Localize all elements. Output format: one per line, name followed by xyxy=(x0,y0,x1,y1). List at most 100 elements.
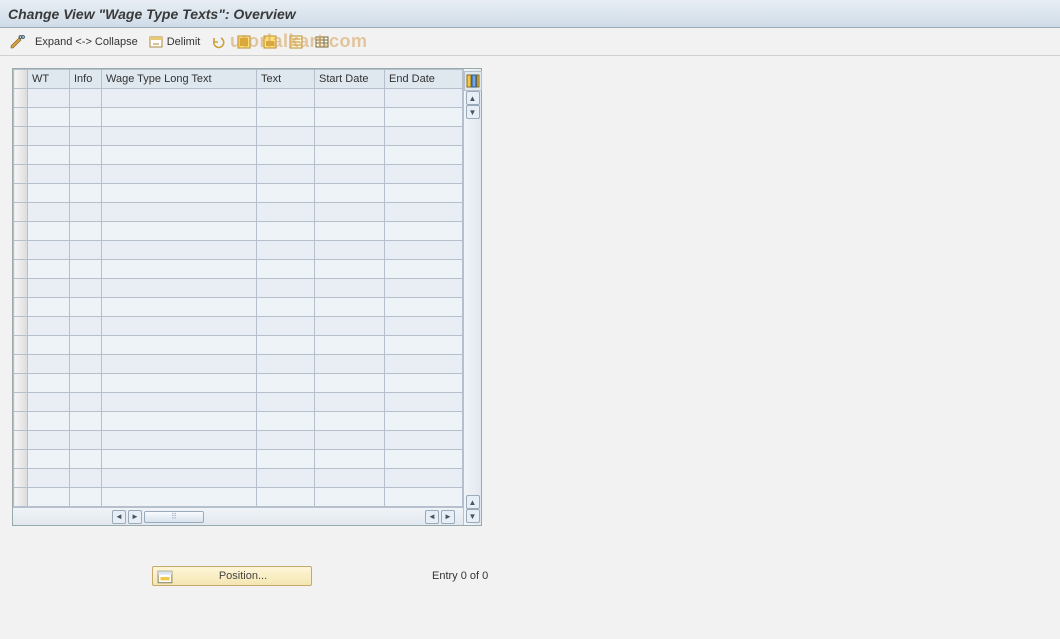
column-header[interactable]: Info xyxy=(70,70,102,89)
table-cell[interactable] xyxy=(315,89,385,108)
data-grid[interactable]: WTInfoWage Type Long TextTextStart DateE… xyxy=(13,69,463,507)
row-selector[interactable] xyxy=(14,184,28,203)
table-cell[interactable] xyxy=(315,222,385,241)
table-cell[interactable] xyxy=(315,336,385,355)
table-cell[interactable] xyxy=(28,431,70,450)
table-row[interactable] xyxy=(14,336,463,355)
table-cell[interactable] xyxy=(28,108,70,127)
table-cell[interactable] xyxy=(257,298,315,317)
table-cell[interactable] xyxy=(102,146,257,165)
table-cell[interactable] xyxy=(257,450,315,469)
table-cell[interactable] xyxy=(28,241,70,260)
table-cell[interactable] xyxy=(28,450,70,469)
table-cell[interactable] xyxy=(102,336,257,355)
table-row[interactable] xyxy=(14,89,463,108)
table-cell[interactable] xyxy=(315,108,385,127)
row-selector[interactable] xyxy=(14,260,28,279)
table-cell[interactable] xyxy=(257,127,315,146)
table-cell[interactable] xyxy=(70,165,102,184)
row-selector[interactable] xyxy=(14,431,28,450)
row-selector[interactable] xyxy=(14,450,28,469)
table-cell[interactable] xyxy=(257,203,315,222)
table-cell[interactable] xyxy=(385,450,463,469)
table-cell[interactable] xyxy=(385,203,463,222)
table-cell[interactable] xyxy=(257,412,315,431)
table-cell[interactable] xyxy=(102,89,257,108)
expand-collapse-button[interactable]: Expand <-> Collapse xyxy=(32,32,141,52)
table-cell[interactable] xyxy=(102,412,257,431)
table-cell[interactable] xyxy=(257,336,315,355)
table-cell[interactable] xyxy=(28,127,70,146)
table-cell[interactable] xyxy=(70,431,102,450)
row-selector[interactable] xyxy=(14,298,28,317)
table-row[interactable] xyxy=(14,317,463,336)
table-cell[interactable] xyxy=(70,355,102,374)
table-cell[interactable] xyxy=(28,146,70,165)
table-cell[interactable] xyxy=(102,469,257,488)
row-selector[interactable] xyxy=(14,488,28,507)
table-cell[interactable] xyxy=(102,241,257,260)
row-selector[interactable] xyxy=(14,127,28,146)
table-row[interactable] xyxy=(14,165,463,184)
table-cell[interactable] xyxy=(70,374,102,393)
table-cell[interactable] xyxy=(70,393,102,412)
table-cell[interactable] xyxy=(28,488,70,507)
table-cell[interactable] xyxy=(102,450,257,469)
table-cell[interactable] xyxy=(28,203,70,222)
table-cell[interactable] xyxy=(28,412,70,431)
table-cell[interactable] xyxy=(385,222,463,241)
row-selector[interactable] xyxy=(14,279,28,298)
table-cell[interactable] xyxy=(385,241,463,260)
table-cell[interactable] xyxy=(385,127,463,146)
table-cell[interactable] xyxy=(257,146,315,165)
table-row[interactable] xyxy=(14,488,463,507)
table-cell[interactable] xyxy=(315,165,385,184)
table-cell[interactable] xyxy=(257,89,315,108)
position-button[interactable]: Position... xyxy=(152,566,312,586)
undo-button[interactable] xyxy=(207,32,229,52)
table-cell[interactable] xyxy=(385,336,463,355)
table-cell[interactable] xyxy=(102,127,257,146)
table-cell[interactable] xyxy=(385,184,463,203)
table-cell[interactable] xyxy=(70,298,102,317)
table-cell[interactable] xyxy=(257,393,315,412)
table-cell[interactable] xyxy=(28,222,70,241)
table-cell[interactable] xyxy=(102,184,257,203)
table-cell[interactable] xyxy=(385,89,463,108)
column-header[interactable]: WT xyxy=(28,70,70,89)
table-row[interactable] xyxy=(14,355,463,374)
table-cell[interactable] xyxy=(385,469,463,488)
table-cell[interactable] xyxy=(257,165,315,184)
table-cell[interactable] xyxy=(385,146,463,165)
row-selector[interactable] xyxy=(14,393,28,412)
table-cell[interactable] xyxy=(315,488,385,507)
table-cell[interactable] xyxy=(257,222,315,241)
delimit-button[interactable]: Delimit xyxy=(145,32,204,52)
scroll-left-icon[interactable]: ◄ xyxy=(112,510,126,524)
table-cell[interactable] xyxy=(102,317,257,336)
table-row[interactable] xyxy=(14,222,463,241)
table-cell[interactable] xyxy=(385,298,463,317)
table-cell[interactable] xyxy=(257,241,315,260)
table-cell[interactable] xyxy=(102,374,257,393)
table-row[interactable] xyxy=(14,260,463,279)
table-cell[interactable] xyxy=(102,393,257,412)
table-cell[interactable] xyxy=(315,431,385,450)
scroll-up-end-icon[interactable]: ▲ xyxy=(466,495,480,509)
table-cell[interactable] xyxy=(385,412,463,431)
table-cell[interactable] xyxy=(102,279,257,298)
horizontal-scrollbar[interactable]: ◄ ► ⠿ ◄ ► xyxy=(13,507,463,525)
table-row[interactable] xyxy=(14,298,463,317)
table-cell[interactable] xyxy=(102,298,257,317)
table-cell[interactable] xyxy=(70,89,102,108)
row-selector[interactable] xyxy=(14,412,28,431)
row-selector[interactable] xyxy=(14,222,28,241)
table-cell[interactable] xyxy=(257,488,315,507)
table-cell[interactable] xyxy=(315,412,385,431)
row-selector[interactable] xyxy=(14,241,28,260)
table-cell[interactable] xyxy=(315,393,385,412)
table-cell[interactable] xyxy=(315,469,385,488)
table-cell[interactable] xyxy=(28,165,70,184)
table-cell[interactable] xyxy=(385,279,463,298)
table-cell[interactable] xyxy=(385,108,463,127)
